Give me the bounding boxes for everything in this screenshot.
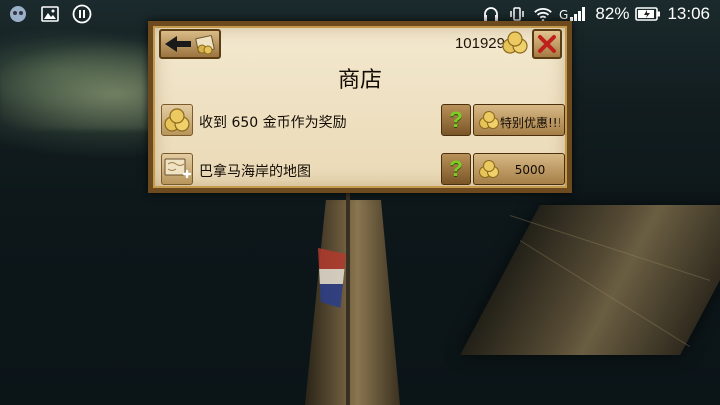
ship-center xyxy=(305,200,400,405)
shop-title: 商店 xyxy=(337,68,382,93)
svg-text:G: G xyxy=(559,8,568,22)
close-icon xyxy=(538,35,556,53)
gold-coins-icon xyxy=(478,159,500,183)
shop-dialog: 101929 商店 收到 650 金币作为奖励 ? 特别优惠!!! 巴拿马海岸的… xyxy=(148,21,572,193)
gold-coins-icon xyxy=(501,31,529,59)
item-label: 收到 650 金币作为奖励 xyxy=(199,115,347,131)
info-button[interactable]: ? xyxy=(441,153,471,185)
buy-button[interactable]: 5000 xyxy=(473,153,565,185)
battery-charging-icon xyxy=(635,4,661,24)
info-button[interactable]: ? xyxy=(441,104,471,136)
close-button[interactable] xyxy=(532,29,562,59)
clock: 13:06 xyxy=(667,4,710,23)
question-icon: ? xyxy=(449,107,463,132)
item-label: 巴拿马海岸的地图 xyxy=(199,164,311,180)
gallery-icon xyxy=(40,4,60,24)
shop-item-panama-map: 巴拿马海岸的地图 ? 5000 xyxy=(159,152,565,188)
map-add-icon xyxy=(161,153,193,185)
back-button[interactable] xyxy=(159,29,221,59)
ship-mast xyxy=(346,190,350,405)
pause-icon xyxy=(72,4,92,24)
question-icon: ? xyxy=(449,156,463,181)
buy-button-label: 特别优惠!!! xyxy=(500,116,560,130)
buy-button-label: 5000 xyxy=(514,163,546,177)
gold-balance: 101929 xyxy=(454,35,505,52)
buy-button[interactable]: 特别优惠!!! xyxy=(473,104,565,136)
ship-right xyxy=(460,205,720,355)
battery-percent: 82% xyxy=(595,4,630,23)
gold-coins-icon xyxy=(161,104,193,136)
shop-item-gold-reward: 收到 650 金币作为奖励 ? 特别优惠!!! xyxy=(159,103,565,139)
gold-coins-icon xyxy=(478,110,500,134)
back-arrow-icon xyxy=(165,35,215,55)
notification-icon xyxy=(8,4,28,24)
